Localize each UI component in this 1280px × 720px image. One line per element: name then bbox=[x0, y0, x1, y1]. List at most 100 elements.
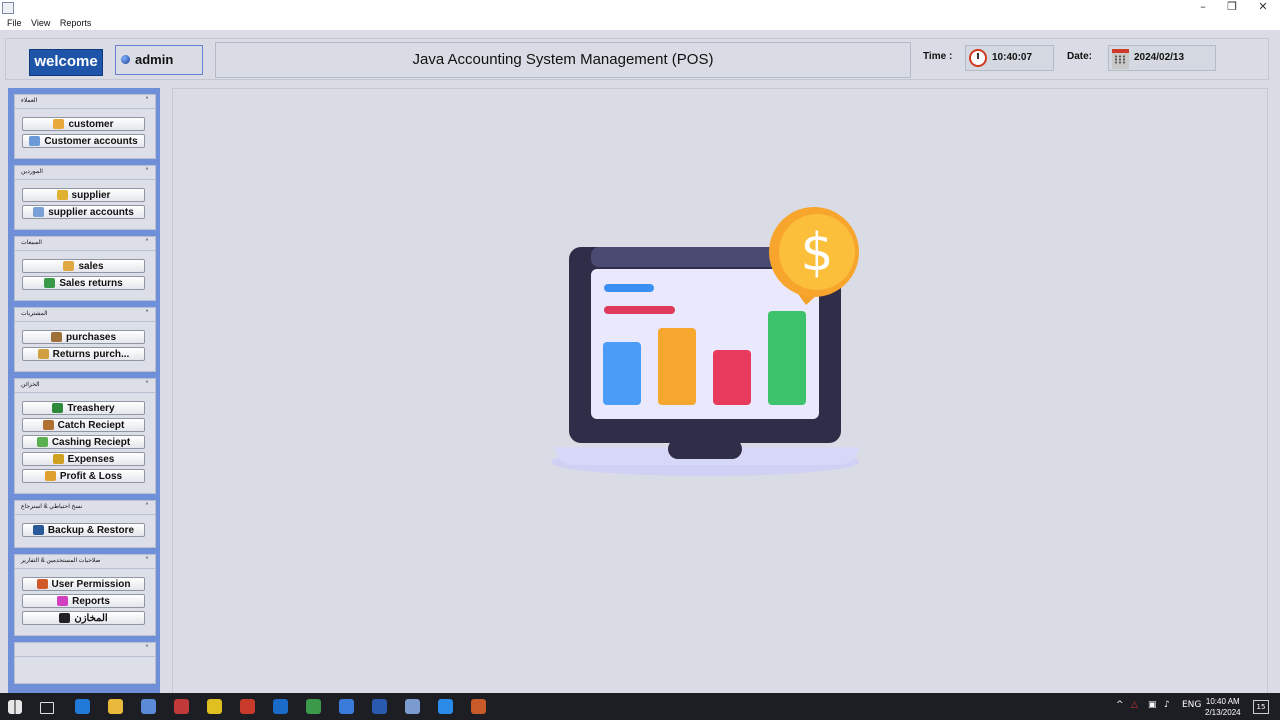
sidebar-button[interactable]: Cashing Reciept bbox=[22, 435, 145, 449]
zoom-icon[interactable] bbox=[438, 699, 453, 714]
collapse-chevron-icon[interactable]: ˄ bbox=[145, 167, 149, 176]
tray-app-icon[interactable]: △ bbox=[1131, 700, 1138, 710]
username: admin bbox=[135, 52, 174, 67]
sidebar-button[interactable]: supplier accounts bbox=[22, 205, 145, 219]
chrome-icon[interactable] bbox=[306, 699, 321, 714]
collapse-chevron-icon[interactable]: ˄ bbox=[145, 380, 149, 389]
sidebar-group-header[interactable]: نسخ احتياطي & استرجاع ˄ bbox=[15, 501, 155, 515]
sidebar-group-header[interactable]: الخزائن ˄ bbox=[15, 379, 155, 393]
sidebar-group-header[interactable]: العملاء ˄ bbox=[15, 95, 155, 109]
warning-app-icon[interactable] bbox=[207, 699, 222, 714]
collapse-chevron-icon[interactable]: ˄ bbox=[145, 96, 149, 105]
collapse-chevron-icon[interactable]: ˄ bbox=[145, 556, 149, 565]
backup-icon bbox=[32, 525, 44, 535]
welcome-label: welcome bbox=[29, 49, 103, 76]
sidebar-group-header[interactable]: المبيعات ˄ bbox=[15, 237, 155, 251]
time-value: 10:40:07 bbox=[992, 52, 1033, 63]
outlook-icon[interactable] bbox=[273, 699, 288, 714]
explorer-icon[interactable] bbox=[108, 699, 123, 714]
language-indicator[interactable]: ENG bbox=[1182, 700, 1201, 710]
customer-icon bbox=[53, 119, 65, 129]
taskbar-clock[interactable]: 10:40 AM 2/13/2024 bbox=[1205, 696, 1241, 718]
cashing-receipt-icon bbox=[36, 437, 48, 447]
user-permission-icon bbox=[36, 579, 48, 589]
sidebar-group-title: الخزائن bbox=[21, 382, 40, 388]
main-canvas: $ bbox=[172, 88, 1268, 695]
edge-icon[interactable] bbox=[75, 699, 90, 714]
menu-file[interactable]: File bbox=[7, 16, 22, 30]
sidebar-group: العملاء ˄ customer Customer accounts bbox=[14, 94, 156, 159]
sidebar-group-header[interactable]: الموردين ˄ bbox=[15, 166, 155, 180]
bar-red bbox=[713, 350, 751, 405]
returns-purchases-icon bbox=[37, 349, 49, 359]
supplier-accounts-icon bbox=[33, 207, 45, 217]
task-view-icon[interactable] bbox=[40, 702, 54, 714]
catch-receipt-icon bbox=[42, 420, 54, 430]
sidebar-button[interactable]: Profit & Loss bbox=[22, 469, 145, 483]
sidebar-button[interactable]: Returns purch... bbox=[22, 347, 145, 361]
date-value: 2024/02/13 bbox=[1134, 52, 1185, 63]
vpn-icon[interactable] bbox=[339, 699, 354, 714]
java-icon[interactable] bbox=[471, 699, 486, 714]
sidebar-button[interactable]: Sales returns bbox=[22, 276, 145, 290]
sidebar-group-header[interactable]: صلاحيات المستخدمين & التقارير ˄ bbox=[15, 555, 155, 569]
sidebar-group-title: العملاء bbox=[21, 98, 38, 104]
sidebar-button[interactable]: supplier bbox=[22, 188, 145, 202]
sidebar-button[interactable]: Reports bbox=[22, 594, 145, 608]
sidebar-button[interactable]: Treashery bbox=[22, 401, 145, 415]
time-box: 10:40:07 bbox=[965, 45, 1054, 71]
warehouse-icon bbox=[59, 613, 71, 623]
sidebar-button[interactable]: Catch Reciept bbox=[22, 418, 145, 432]
sidebar-button[interactable]: المخازن bbox=[22, 611, 145, 625]
app-area: welcome admin Java Accounting System Man… bbox=[0, 30, 1280, 695]
sidebar-group: ˄ bbox=[14, 642, 156, 684]
sidebar-group: الموردين ˄ supplier supplier accounts bbox=[14, 165, 156, 230]
sidebar-button[interactable]: Backup & Restore bbox=[22, 523, 145, 537]
app-title-box: Java Accounting System Management (POS) bbox=[215, 42, 911, 78]
screen-line-red bbox=[604, 306, 675, 314]
bar-orange bbox=[658, 328, 696, 405]
sidebar-group: الخزائن ˄ Treashery Catch Reciept Cashing Re… bbox=[14, 378, 156, 494]
vscode-icon[interactable] bbox=[372, 699, 387, 714]
close-button[interactable]: ✕ bbox=[1246, 0, 1280, 14]
sidebar-group: صلاحيات المستخدمين & التقارير ˄ User Permi… bbox=[14, 554, 156, 636]
p-app-icon[interactable] bbox=[240, 699, 255, 714]
network-icon[interactable]: ▣ bbox=[1148, 700, 1157, 710]
sidebar-group-header[interactable]: ˄ bbox=[15, 643, 155, 657]
sidebar-group-header[interactable]: المشتريات ˄ bbox=[15, 308, 155, 322]
collapse-chevron-icon[interactable]: ˄ bbox=[145, 309, 149, 318]
sidebar-button[interactable]: purchases bbox=[22, 330, 145, 344]
header-bar: welcome admin Java Accounting System Man… bbox=[5, 38, 1269, 80]
customer-accounts-icon bbox=[29, 136, 41, 146]
box-icon[interactable] bbox=[405, 699, 420, 714]
app-title: Java Accounting System Management (POS) bbox=[412, 51, 714, 68]
menu-reports[interactable]: Reports bbox=[60, 16, 92, 30]
sidebar-button[interactable]: Expenses bbox=[22, 452, 145, 466]
app-icon[interactable] bbox=[174, 699, 189, 714]
sidebar-button[interactable]: sales bbox=[22, 259, 145, 273]
clock-icon bbox=[969, 49, 987, 67]
sidebar-button-label: sales bbox=[78, 260, 104, 272]
volume-icon[interactable]: ♪ bbox=[1164, 700, 1170, 710]
sidebar-button[interactable]: User Permission bbox=[22, 577, 145, 591]
collapse-chevron-icon[interactable]: ˄ bbox=[145, 644, 149, 653]
sidebar-button[interactable]: Customer accounts bbox=[22, 134, 145, 148]
notification-icon[interactable]: 15 bbox=[1253, 700, 1269, 714]
collapse-chevron-icon[interactable]: ˄ bbox=[145, 502, 149, 511]
sidebar-button-label: supplier bbox=[71, 189, 111, 201]
time-label: Time : bbox=[923, 51, 953, 62]
restore-button[interactable]: ❐ bbox=[1215, 0, 1249, 14]
tray-chevron-icon[interactable]: ^ bbox=[1116, 700, 1124, 710]
sidebar-button[interactable]: customer bbox=[22, 117, 145, 131]
sidebar: العملاء ˄ customer Customer accounts الموردي… bbox=[8, 88, 160, 693]
sidebar-group-title: المشتريات bbox=[21, 311, 48, 317]
files-icon[interactable] bbox=[141, 699, 156, 714]
sidebar-button-label: المخازن bbox=[74, 612, 108, 624]
taskbar-time: 10:40 AM bbox=[1205, 697, 1240, 706]
collapse-chevron-icon[interactable]: ˄ bbox=[145, 238, 149, 247]
sidebar-group: المشتريات ˄ purchases Returns purch... bbox=[14, 307, 156, 372]
menu-view[interactable]: View bbox=[31, 16, 50, 30]
windows-start-icon[interactable] bbox=[8, 700, 22, 714]
sidebar-button-label: Backup & Restore bbox=[47, 524, 135, 536]
sidebar-button-label: Returns purch... bbox=[52, 348, 130, 360]
